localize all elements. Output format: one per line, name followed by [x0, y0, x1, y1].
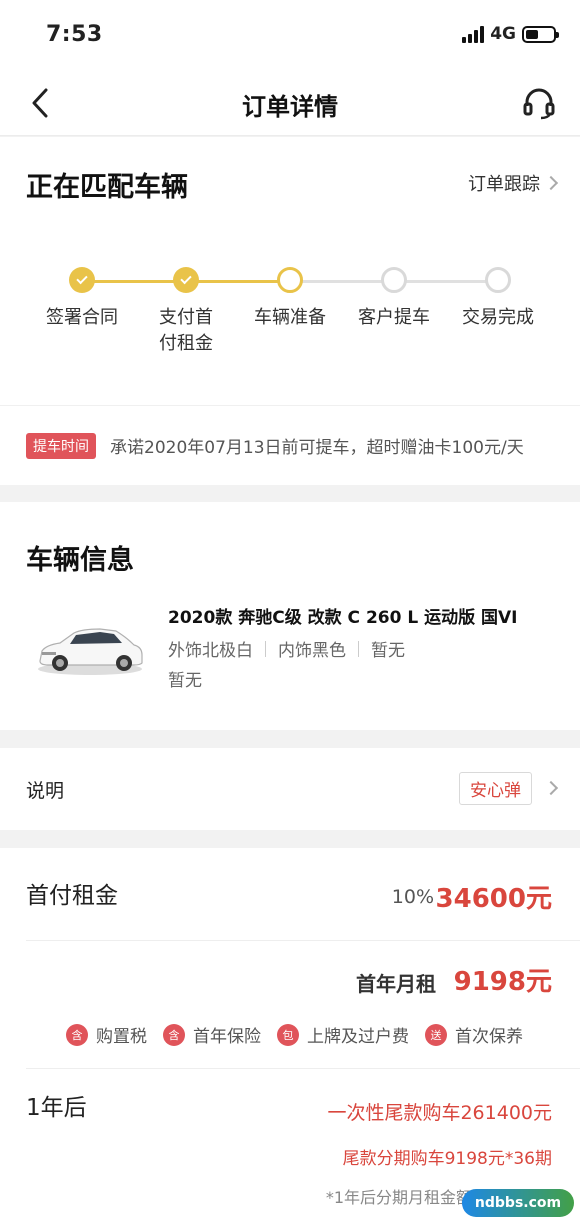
first-year-rent-label: 首年月租	[356, 972, 436, 996]
included-icon: 含	[163, 1023, 185, 1046]
down-payment-amount: 34600元	[435, 884, 552, 914]
car-exterior: 外饰北极白	[168, 641, 253, 661]
status-time: 7:53	[46, 22, 103, 47]
step-label: 客户提车	[358, 307, 430, 328]
benefit-item: 含 首年保险	[163, 1022, 261, 1047]
car-attr-other: 暂无	[371, 641, 405, 661]
pickup-time-row: 提车时间 承诺2020年07月13日前可提车，超时赠油卡100元/天	[0, 405, 580, 485]
note-label: 说明	[26, 780, 65, 802]
car-attributes: 外饰北极白 内饰黑色 暂无	[168, 636, 405, 661]
chevron-right-icon	[543, 780, 559, 796]
chevron-right-icon	[543, 175, 559, 191]
step-label: 签署合同	[46, 307, 118, 328]
divider	[26, 940, 580, 941]
car-interior: 内饰黑色	[278, 641, 346, 661]
step-current-icon	[277, 267, 303, 293]
vehicle-info-card: 车辆信息 2020款 奔驰C级 改款 C 260 L 运动版 国VI 外饰北极白…	[0, 502, 580, 730]
payment-card: 首付租金 10% 34600元 首年月租 9198元 含 购置税 含 首年保险 …	[0, 848, 580, 1223]
benefit-item: 送 首次保养	[425, 1022, 523, 1047]
headset-icon	[523, 88, 555, 120]
note-row[interactable]: 说明 安心弹	[0, 748, 580, 830]
benefit-label: 首次保养	[455, 1027, 523, 1047]
peace-of-mind-tag[interactable]: 安心弹	[459, 772, 532, 805]
step-vehicle-prep: 车辆准备	[230, 267, 350, 331]
step-transaction-complete: 交易完成	[438, 267, 558, 331]
benefit-item: 包 上牌及过户费	[277, 1022, 409, 1047]
divider	[26, 1068, 580, 1069]
down-payment-percent: 10%	[391, 886, 434, 908]
step-label: 支付首付租金	[159, 307, 213, 354]
site-watermark-logo: ndbbs.com	[462, 1189, 574, 1217]
signal-icon	[462, 25, 485, 43]
vehicle-title: 车辆信息	[26, 545, 134, 576]
benefit-label: 上牌及过户费	[307, 1027, 409, 1047]
included-icon: 含	[66, 1023, 88, 1046]
pickup-time-badge: 提车时间	[26, 432, 96, 459]
divider	[358, 640, 359, 657]
step-pending-icon	[381, 267, 407, 293]
battery-icon	[522, 25, 559, 43]
benefit-label: 购置税	[96, 1027, 147, 1047]
benefit-item: 含 购置税	[66, 1022, 147, 1047]
lump-sum-purchase-option: 一次性尾款购车261400元	[327, 1102, 552, 1124]
step-pay-down-payment: 支付首付租金	[126, 267, 246, 357]
network-label: 4G	[490, 24, 516, 44]
order-tracking-link[interactable]: 订单跟踪	[468, 170, 559, 196]
order-tracking-label: 订单跟踪	[468, 174, 540, 195]
progress-steps: 签署合同 支付首付租金 车辆准备 客户提车 交易完成	[0, 267, 580, 367]
step-label: 交易完成	[462, 307, 534, 328]
status-bar: 7:53 4G	[0, 0, 580, 70]
gift-icon: 送	[425, 1023, 447, 1046]
page-title: 订单详情	[242, 93, 338, 121]
customer-service-button[interactable]	[520, 84, 558, 122]
car-model-name: 2020款 奔驰C级 改款 C 260 L 运动版 国VI	[168, 608, 518, 628]
step-sign-contract: 签署合同	[22, 267, 142, 331]
step-pending-icon	[485, 267, 511, 293]
benefit-label: 首年保险	[193, 1027, 261, 1047]
step-label: 车辆准备	[254, 307, 326, 328]
car-extra-info: 暂无	[168, 671, 202, 691]
benefits-list: 含 购置税 含 首年保险 包 上牌及过户费 送 首次保养	[66, 1022, 539, 1047]
step-customer-pickup: 客户提车	[334, 267, 454, 331]
status-indicators: 4G	[462, 24, 559, 44]
order-progress-card: 正在匹配车辆 订单跟踪 签署合同 支付首付租金 车辆准备 客户提车 交易完成 提…	[0, 137, 580, 485]
pickup-time-text: 承诺2020年07月13日前可提车，超时赠油卡100元/天	[110, 438, 524, 458]
down-payment-label: 首付租金	[26, 883, 118, 909]
nav-bar: 订单详情	[0, 70, 580, 136]
step-done-icon	[173, 267, 199, 293]
first-year-rent-amount: 9198元	[453, 967, 552, 997]
installment-purchase-option: 尾款分期购车9198元*36期	[342, 1149, 552, 1169]
package-icon: 包	[277, 1023, 299, 1046]
progress-title: 正在匹配车辆	[26, 172, 188, 203]
divider	[265, 640, 266, 657]
step-done-icon	[69, 267, 95, 293]
after-one-year-label: 1年后	[26, 1095, 87, 1121]
car-image	[38, 628, 143, 675]
